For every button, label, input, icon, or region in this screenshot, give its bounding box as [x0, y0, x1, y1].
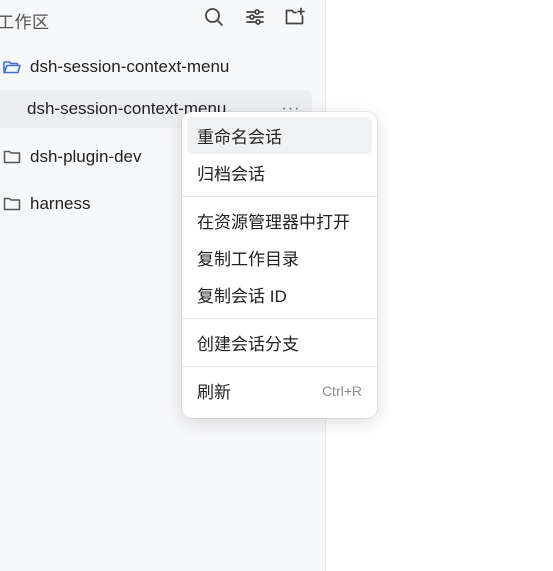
- menu-item-create-branch[interactable]: 创建会话分支: [187, 324, 372, 361]
- menu-divider: [182, 196, 377, 197]
- menu-item-label: 在资源管理器中打开: [197, 213, 350, 232]
- menu-item-label: 重命名会话: [197, 128, 282, 147]
- workspace-folder-dsh-plugin-dev[interactable]: dsh-plugin-dev: [0, 138, 142, 176]
- menu-item-shortcut: Ctrl+R: [321, 382, 362, 399]
- menu-item-rename-session[interactable]: 重命名会话: [187, 117, 372, 154]
- workspace-folder-harness[interactable]: harness: [0, 185, 90, 223]
- new-folder-icon[interactable]: [284, 6, 306, 28]
- folder-label: dsh-session-context-menu: [30, 57, 230, 76]
- menu-item-label: 复制工作目录: [197, 250, 299, 269]
- filter-icon[interactable]: [244, 6, 266, 28]
- menu-item-label: 创建会话分支: [197, 335, 299, 354]
- sidebar-title: 工作区: [0, 13, 50, 32]
- sidebar-header: 工作区: [0, 0, 326, 36]
- session-context-menu: 重命名会话 归档会话 在资源管理器中打开 复制工作目录 复制会话 ID 创建会话…: [182, 112, 377, 418]
- menu-item-label: 复制会话 ID: [197, 287, 287, 306]
- menu-item-open-in-explorer[interactable]: 在资源管理器中打开: [187, 202, 372, 239]
- workspace-folder-dsh-session-context-menu[interactable]: dsh-session-context-menu: [0, 48, 229, 86]
- menu-item-archive-session[interactable]: 归档会话: [187, 154, 372, 191]
- menu-item-copy-session-id[interactable]: 复制会话 ID: [187, 276, 372, 313]
- menu-divider: [182, 318, 377, 319]
- folder-icon: [2, 194, 22, 214]
- folder-label: dsh-plugin-dev: [30, 147, 142, 166]
- search-icon[interactable]: [203, 6, 225, 28]
- folder-open-icon: [2, 57, 22, 77]
- menu-item-copy-working-dir[interactable]: 复制工作目录: [187, 239, 372, 276]
- menu-item-label: 归档会话: [197, 165, 265, 184]
- menu-item-refresh[interactable]: 刷新 Ctrl+R: [187, 372, 372, 409]
- folder-icon: [2, 147, 22, 167]
- menu-item-label: 刷新: [197, 383, 231, 402]
- folder-label: harness: [30, 194, 91, 213]
- menu-divider: [182, 366, 377, 367]
